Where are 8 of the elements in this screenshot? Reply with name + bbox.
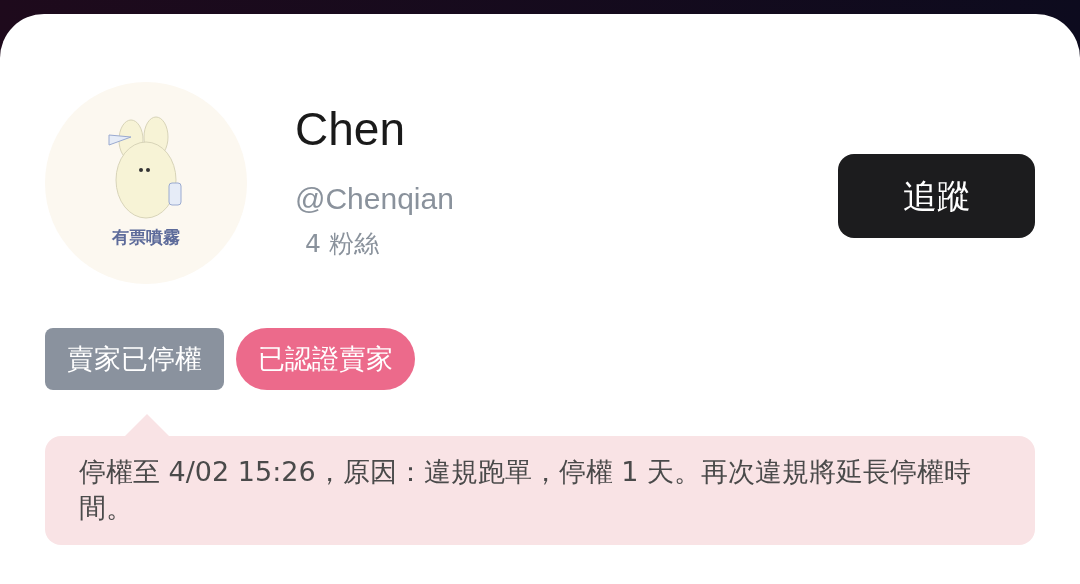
follower-count: 4 粉絲 (304, 228, 380, 260)
verified-tag: 已認證賣家 (236, 328, 415, 390)
suspended-tag: 賣家已停權 (45, 328, 224, 390)
avatar-caption: 有票噴霧 (112, 226, 180, 250)
profile-name: Chen (295, 106, 406, 152)
follow-button[interactable]: 追蹤 (838, 154, 1035, 238)
profile-handle: @Chenqian (295, 181, 454, 217)
suspension-notice: 停權至 4/02 15:26，原因：違規跑單，停權 1 天。再次違規將延長停權時間。 (45, 436, 1035, 545)
